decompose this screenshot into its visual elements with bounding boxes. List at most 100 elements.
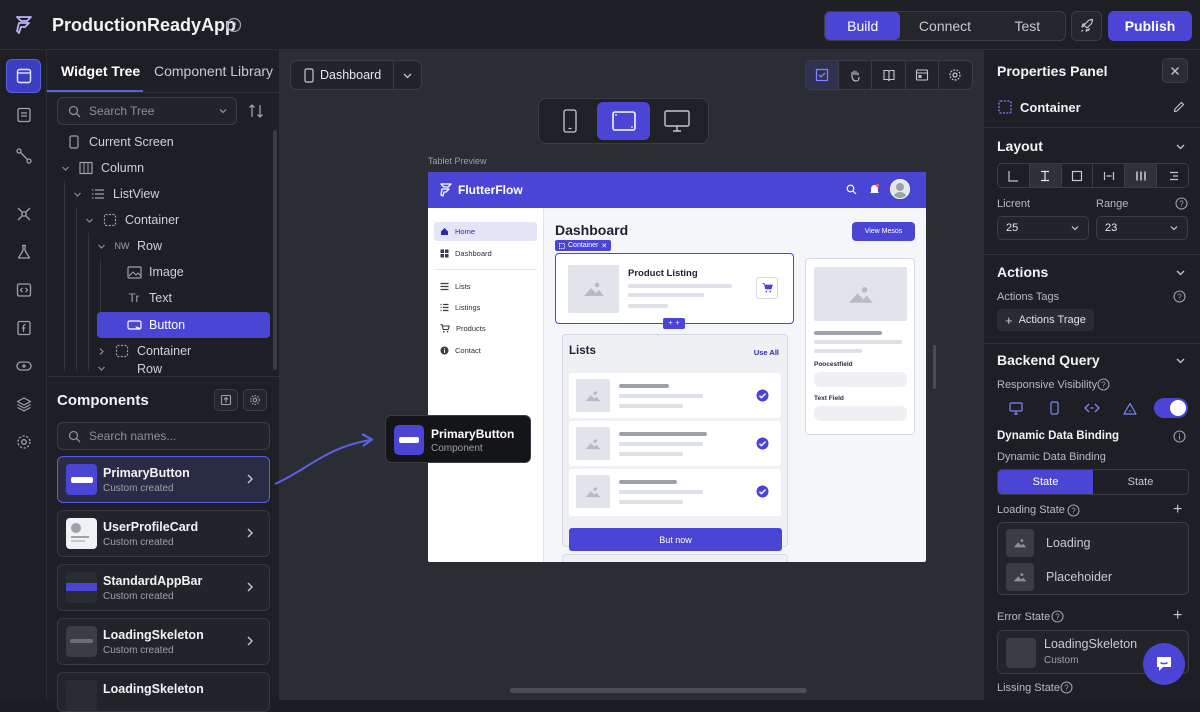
drag-component-popup[interactable]: PrimaryButton Component xyxy=(385,415,531,463)
state-tab-2[interactable]: State xyxy=(1093,470,1188,494)
edit-pencil-icon[interactable] xyxy=(1173,101,1185,113)
loading-state-item[interactable]: Loading xyxy=(1006,529,1091,557)
help-icon[interactable]: ? xyxy=(1175,197,1188,210)
help-icon[interactable]: ? xyxy=(1097,378,1110,391)
responsive-visibility-toggle[interactable] xyxy=(1154,398,1188,418)
preview-product-card[interactable]: Product Listing + + xyxy=(555,253,794,329)
gear-icon[interactable] xyxy=(939,61,972,89)
component-card-loadingskeleton-2[interactable]: LoadingSkeleton xyxy=(57,672,270,712)
desktop-icon[interactable] xyxy=(997,401,1035,415)
layers-icon[interactable] xyxy=(6,387,41,421)
chevron-down-icon[interactable] xyxy=(1175,141,1186,152)
search-icon[interactable] xyxy=(846,184,857,195)
custom-code-icon[interactable] xyxy=(6,349,41,383)
preview-nav-dashboard[interactable]: Dashboard xyxy=(434,244,537,263)
tree-node-row[interactable]: NW Row xyxy=(47,233,273,259)
component-card-loadingskeleton[interactable]: LoadingSkeleton Custom created xyxy=(57,618,270,665)
phone-icon[interactable] xyxy=(1035,401,1073,415)
chevron-right-icon[interactable] xyxy=(95,347,107,356)
resize-handle[interactable]: + + xyxy=(663,318,685,329)
preview-view-button[interactable]: View Mesos xyxy=(852,222,915,241)
tab-component-library[interactable]: Component Library xyxy=(154,63,273,79)
align-center-icon[interactable] xyxy=(1029,164,1062,187)
buy-now-button[interactable]: But now xyxy=(569,528,782,551)
tree-scrollbar[interactable] xyxy=(273,130,277,370)
components-search-input[interactable]: Search names... xyxy=(57,422,270,450)
chevron-down-icon[interactable] xyxy=(83,216,95,225)
tree-node-text[interactable]: Tr Text xyxy=(47,285,273,311)
close-panel-button[interactable] xyxy=(1162,58,1188,83)
help-icon[interactable]: ? xyxy=(1060,681,1073,694)
select-tool-icon[interactable] xyxy=(806,61,840,89)
add-error-state-icon[interactable]: + xyxy=(1173,607,1182,625)
loading-state-item[interactable]: Placehoider xyxy=(1006,563,1112,591)
test-mode-button[interactable]: Test xyxy=(990,12,1065,40)
avatar[interactable] xyxy=(890,179,910,199)
help-icon[interactable]: ? xyxy=(1173,290,1186,303)
rocket-button[interactable] xyxy=(1071,11,1102,41)
layout-field1-dropdown[interactable]: 25 xyxy=(997,216,1089,240)
preview-nav-contact[interactable]: Contact xyxy=(434,341,537,360)
list-item[interactable] xyxy=(569,421,781,466)
text-field[interactable] xyxy=(814,372,907,387)
help-icon[interactable]: ? xyxy=(1051,610,1064,623)
warning-icon[interactable] xyxy=(1111,402,1149,415)
tablet-icon[interactable] xyxy=(596,102,651,140)
storyboard-icon[interactable] xyxy=(6,98,41,132)
canvas-resize-handle[interactable] xyxy=(933,345,936,389)
check-circle-icon[interactable] xyxy=(756,389,769,402)
tree-node-button[interactable]: Button xyxy=(97,312,270,338)
preview-nav-listings[interactable]: Listings xyxy=(434,298,537,317)
tree-node-container[interactable]: Container xyxy=(47,338,273,364)
chevron-down-icon[interactable] xyxy=(71,190,83,199)
flutterflow-logo-icon[interactable] xyxy=(12,13,36,37)
preview-window-icon[interactable] xyxy=(906,61,939,89)
lists-see-all-link[interactable]: Use All xyxy=(754,348,779,357)
preview-nav-products[interactable]: Products xyxy=(434,319,537,338)
connect-mode-button[interactable]: Connect xyxy=(900,12,989,40)
box-icon[interactable] xyxy=(1062,164,1094,187)
add-action-tag-button[interactable]: + Actions Trage xyxy=(997,309,1094,331)
bell-icon[interactable] xyxy=(869,183,880,195)
preview-nav-lists[interactable]: Lists xyxy=(434,277,537,296)
page-selector[interactable]: Dashboard xyxy=(290,60,422,90)
add-loading-state-icon[interactable]: + xyxy=(1173,501,1182,519)
canvas-horizontal-scrollbar[interactable] xyxy=(510,688,807,693)
component-card-userprofilecard[interactable]: UserProfileCard Custom created xyxy=(57,510,270,557)
integrations-icon[interactable] xyxy=(6,197,41,231)
chevron-down-icon[interactable] xyxy=(95,242,107,251)
code-icon[interactable] xyxy=(6,273,41,307)
hand-tool-icon[interactable] xyxy=(839,61,873,89)
component-card-standardappbar[interactable]: StandardAppBar Custom created xyxy=(57,564,270,611)
chevron-down-icon[interactable] xyxy=(95,364,107,373)
align-right-icon[interactable] xyxy=(1157,164,1188,187)
tree-node-row-clipped[interactable]: Row xyxy=(47,364,273,376)
book-icon[interactable] xyxy=(872,61,906,89)
tree-node-listview[interactable]: ListView xyxy=(47,181,273,207)
tree-node-container[interactable]: Container xyxy=(47,207,273,233)
space-between-icon[interactable] xyxy=(1093,164,1126,187)
desktop-icon[interactable] xyxy=(650,102,704,140)
align-bottom-left-icon[interactable] xyxy=(998,164,1030,187)
layout-field2-dropdown[interactable]: 23 xyxy=(1096,216,1188,240)
list-item[interactable] xyxy=(569,469,781,516)
tab-widget-tree[interactable]: Widget Tree xyxy=(61,63,140,79)
chat-support-button[interactable] xyxy=(1143,643,1185,685)
phone-icon[interactable] xyxy=(543,102,597,140)
component-card-primarybutton[interactable]: PrimaryButton Custom created xyxy=(57,456,270,503)
settings-icon[interactable] xyxy=(6,425,41,459)
build-mode-button[interactable]: Build xyxy=(825,12,901,40)
connect-icon[interactable] xyxy=(6,139,41,173)
tree-node-current-screen[interactable]: Current Screen xyxy=(47,129,273,155)
chevron-down-icon[interactable] xyxy=(1175,267,1186,278)
add-component-button[interactable] xyxy=(214,389,238,411)
chevron-down-icon[interactable] xyxy=(1175,355,1186,366)
canvas-area[interactable]: Dashboard Tablet Preview FlutterFlow Hom… xyxy=(274,50,983,700)
publish-button[interactable]: Publish xyxy=(1108,11,1192,41)
check-circle-icon[interactable] xyxy=(756,437,769,450)
info-icon[interactable] xyxy=(1173,430,1186,443)
sort-icon[interactable] xyxy=(248,103,264,119)
code-arrows-icon[interactable] xyxy=(1073,402,1111,414)
distribute-icon[interactable] xyxy=(1125,164,1158,187)
close-icon[interactable]: ✕ xyxy=(601,242,607,250)
